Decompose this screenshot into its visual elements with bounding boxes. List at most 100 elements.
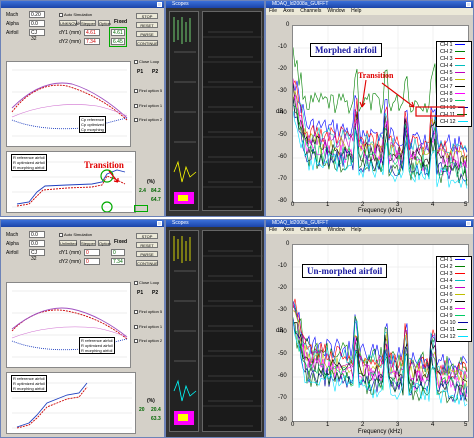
cp-series-reference bbox=[11, 117, 128, 130]
menu-help[interactable]: Help bbox=[351, 8, 361, 14]
mode-button-3[interactable]: Option bbox=[98, 240, 111, 246]
alpha-input[interactable]: 0.0 bbox=[29, 20, 45, 27]
menu-window[interactable]: Window bbox=[327, 8, 345, 14]
cp-series-morphing bbox=[11, 84, 128, 121]
cf-label: (%) bbox=[147, 179, 155, 185]
alpha-input[interactable]: 0.0 bbox=[29, 240, 45, 247]
menu-file[interactable]: File bbox=[269, 8, 277, 14]
y-tick: -20 bbox=[278, 285, 287, 291]
reset-button[interactable]: RESET bbox=[136, 22, 158, 28]
fixed-label: Fixed bbox=[114, 239, 128, 245]
menu-help[interactable]: Help bbox=[351, 227, 361, 233]
find-option-5-checkbox[interactable]: Find option 5 bbox=[134, 309, 162, 314]
mode-button-1[interactable]: UNKNOWN bbox=[59, 20, 81, 26]
value-2: 20.4 bbox=[151, 407, 161, 413]
x-tick: 0 bbox=[291, 202, 295, 208]
find-option-1-checkbox[interactable]: Find option 1 bbox=[134, 103, 162, 108]
x-axis-label: Frequency (kHz) bbox=[358, 208, 403, 214]
p1-label: P1 bbox=[137, 69, 144, 75]
parse-button[interactable]: PARSE bbox=[136, 251, 158, 257]
fft-menubar: File Axes Channels Window Help bbox=[266, 8, 473, 15]
scopes-titlebar: Scopes bbox=[166, 1, 264, 8]
channel-legend-item: CH 1 bbox=[440, 257, 468, 264]
dy1-fixed: 0 bbox=[111, 249, 125, 256]
mach-input[interactable]: 0.0 bbox=[29, 231, 45, 238]
cp-plot-svg bbox=[11, 69, 128, 137]
y-tick: -10 bbox=[278, 263, 287, 269]
p2-label: P2 bbox=[152, 290, 159, 296]
x-tick: 1 bbox=[326, 422, 330, 428]
dy1-input[interactable]: 4.61 bbox=[84, 29, 100, 36]
morphed-airfoil-annotation: Morphed airfoil bbox=[310, 43, 382, 57]
alpha-label: Alpha bbox=[6, 21, 19, 27]
cp-legend: Cp reference Cp optimized Cp morphing bbox=[79, 116, 107, 133]
close-icon[interactable] bbox=[157, 2, 162, 7]
cp-legend-item: Cp morphing bbox=[81, 127, 104, 132]
mode-button-2[interactable]: Stepper bbox=[80, 240, 96, 246]
close-icon[interactable] bbox=[157, 221, 162, 226]
find-option-2-checkbox[interactable]: Find option 2 bbox=[134, 338, 162, 343]
menu-window[interactable]: Window bbox=[327, 227, 345, 233]
dy2-label: dY2 (mm) bbox=[59, 259, 81, 265]
fixed-highlight-box bbox=[109, 27, 127, 47]
close-icon[interactable] bbox=[466, 221, 471, 226]
x-tick: 5 bbox=[464, 202, 468, 208]
channel-legend-item: CH 1 bbox=[440, 42, 468, 49]
find-option-2-checkbox[interactable]: Find option 2 bbox=[134, 117, 162, 122]
stop-button[interactable]: STOP bbox=[136, 13, 158, 19]
cp-series-optimized bbox=[11, 307, 128, 338]
scope-grid-right bbox=[202, 11, 263, 211]
scope-strip-svg bbox=[173, 17, 197, 204]
scope-strip-svg bbox=[173, 236, 197, 425]
channel-legend-item: CH 3 bbox=[440, 271, 468, 278]
mode-button-1[interactable]: Unlimited bbox=[59, 240, 77, 246]
auto-simulation-radio[interactable]: Auto Simulation bbox=[59, 12, 92, 17]
fft-titlebar: MDAQ_ld2008a_GUIFFT bbox=[266, 220, 473, 227]
x-axis-label: Frequency (kHz) bbox=[358, 429, 403, 435]
cp-plot: Cp reference Cp optimized Cp morphing bbox=[6, 61, 131, 147]
stop-button[interactable]: STOP bbox=[136, 233, 158, 239]
dy2-input[interactable]: 0 bbox=[84, 258, 100, 265]
fft-transition-arrows bbox=[359, 79, 465, 117]
mode-button-2[interactable]: Stepper bbox=[80, 20, 96, 26]
unmorphed-airfoil-annotation: Un-morphed airfoil bbox=[302, 264, 388, 278]
menu-channels[interactable]: Channels bbox=[300, 8, 321, 14]
channel-legend-item: CH 9 bbox=[440, 313, 468, 320]
parse-button[interactable]: PARSE bbox=[136, 31, 158, 37]
channel-legend-item: CH 12 bbox=[440, 334, 468, 341]
auto-simulation-radio[interactable]: Auto Simulation bbox=[59, 232, 92, 237]
mach-input[interactable]: 0.20 bbox=[29, 11, 45, 18]
channel-legend-item: CH 5 bbox=[440, 285, 468, 292]
scope-grid-right bbox=[202, 230, 263, 432]
mach-label: Mach bbox=[6, 12, 19, 18]
fft-titlebar: MDAQ_ld2008a_GUIFFT bbox=[266, 1, 473, 8]
y-tick: -60 bbox=[278, 154, 287, 160]
menu-axes[interactable]: Axes bbox=[283, 227, 294, 233]
dy1-input[interactable]: 0 bbox=[84, 249, 100, 256]
continue-button[interactable]: CONTINUE bbox=[136, 260, 158, 266]
close-loop-checkbox[interactable]: Close Loop bbox=[134, 280, 159, 285]
continue-button[interactable]: CONTINUE bbox=[136, 40, 158, 46]
airfoil-label: Airfoil bbox=[6, 30, 19, 36]
close-icon[interactable] bbox=[466, 2, 471, 7]
find-option-5-checkbox[interactable]: Find option 5 bbox=[134, 88, 162, 93]
airfoil-input[interactable]: CJ 32 bbox=[29, 29, 45, 42]
mode-button-3[interactable]: Option bbox=[98, 20, 111, 26]
x-tick: 4 bbox=[431, 202, 435, 208]
find-option-1-checkbox[interactable]: Find option 1 bbox=[134, 324, 162, 329]
p1-label: P1 bbox=[137, 290, 144, 296]
x-tick: 1 bbox=[326, 202, 330, 208]
reset-button[interactable]: RESET bbox=[136, 242, 158, 248]
close-loop-checkbox[interactable]: Close Loop bbox=[134, 59, 159, 64]
value-2: 84.2 bbox=[151, 188, 161, 194]
airfoil-input[interactable]: CJ 32 bbox=[29, 249, 45, 262]
menu-file[interactable]: File bbox=[269, 227, 277, 233]
channel-legend-item: CH 7 bbox=[440, 299, 468, 306]
channel-legend-item: CH 4 bbox=[440, 278, 468, 285]
menu-axes[interactable]: Axes bbox=[283, 8, 294, 14]
scope-grid-svg bbox=[203, 31, 263, 208]
menu-channels[interactable]: Channels bbox=[300, 227, 321, 233]
y-tick: -30 bbox=[278, 307, 287, 313]
dy2-input[interactable]: 7.34 bbox=[84, 38, 100, 45]
value-3: 64.7 bbox=[151, 197, 161, 203]
